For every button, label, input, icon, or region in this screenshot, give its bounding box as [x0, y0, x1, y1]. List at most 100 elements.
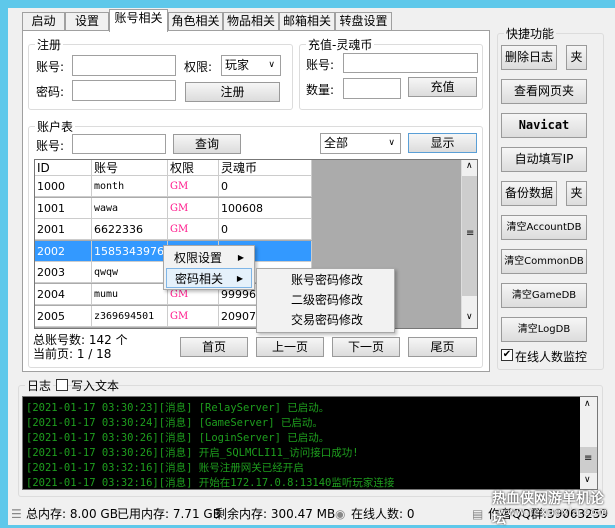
view-web-button[interactable]: 查看网页夹	[501, 79, 587, 104]
cell-account: qwqw	[92, 262, 168, 284]
scroll-down-icon[interactable]: ∨	[584, 475, 591, 485]
log-scrollbar[interactable]: ∧ ≡ ∨	[580, 397, 597, 489]
clear-accountdb-button[interactable]: 清空AccountDB	[501, 215, 587, 240]
log-folder-button[interactable]: 夹	[566, 45, 587, 70]
menu-item-account-password[interactable]: 账号密码修改	[259, 270, 392, 290]
menu-item-trade-password[interactable]: 交易密码修改	[259, 310, 392, 330]
recharge-account-input[interactable]	[343, 53, 478, 73]
log-line: [2021-01-17 03:32:16][消息] 账号注册网关已经开启	[26, 462, 304, 474]
next-page-button[interactable]: 下一页	[332, 337, 400, 357]
accounts-search-input[interactable]	[72, 134, 166, 154]
online-count: 在线人数: 0	[351, 507, 415, 521]
table-row[interactable]: 1001 wawa GM 100608	[35, 197, 312, 219]
menu-item-password[interactable]: 密码相关 ▶	[166, 268, 252, 288]
clear-commondb-button[interactable]: 清空CommonDB	[501, 249, 587, 274]
recharge-account-label: 账号:	[306, 58, 335, 72]
register-password-input[interactable]	[72, 80, 176, 101]
tab-settings[interactable]: 设置	[65, 12, 109, 31]
tab-account[interactable]: 账号相关	[109, 9, 168, 32]
monitor-checkbox[interactable]: ✔	[501, 349, 513, 361]
monitor-label: 在线人数监控	[515, 350, 588, 364]
tab-items[interactable]: 物品相关	[223, 12, 279, 31]
cell-account: wawa	[92, 197, 168, 219]
query-button[interactable]: 查询	[173, 134, 241, 154]
log-line: [2021-01-17 03:30:23][消息] [RelayServer] …	[26, 402, 330, 414]
free-memory: 剩余内存: 300.47 MB	[215, 507, 336, 521]
cell-account: 6622336	[92, 219, 168, 241]
cell-id: 1000	[35, 176, 92, 197]
register-account-input[interactable]	[72, 55, 176, 76]
scroll-down-icon[interactable]: ∨	[466, 312, 473, 322]
table-row[interactable]: 2001 6622336 GM 0	[35, 219, 312, 241]
cell-perm: GM	[168, 197, 219, 219]
tab-character[interactable]: 角色相关	[168, 12, 223, 31]
table-scrollbar[interactable]: ∧ ≡ ∨	[461, 160, 477, 328]
write-text-label: 写入文本	[71, 379, 120, 393]
tab-wheel[interactable]: 转盘设置	[335, 12, 392, 31]
scroll-thumb[interactable]: ≡	[580, 447, 597, 473]
clear-logdb-button[interactable]: 清空LogDB	[501, 317, 587, 342]
accounts-search-label: 账号:	[36, 139, 65, 153]
recharge-amount-input[interactable]	[343, 78, 401, 99]
log-line: [2021-01-17 03:30:26][消息] [LoginServer] …	[26, 432, 330, 444]
recharge-amount-label: 数量:	[306, 83, 335, 97]
submenu-arrow-icon: ▶	[237, 253, 244, 262]
clear-gamedb-button[interactable]: 清空GameDB	[501, 283, 587, 308]
recharge-title: 充值-灵魂币	[306, 36, 375, 53]
tab-start[interactable]: 启动	[22, 12, 65, 31]
grip-icon: ≡	[584, 453, 593, 464]
cell-perm: GM	[168, 176, 219, 197]
perm-label: 权限:	[184, 60, 213, 74]
recharge-button[interactable]: 充值	[408, 77, 477, 97]
first-page-button[interactable]: 首页	[180, 337, 248, 357]
cell-account: month	[92, 176, 168, 197]
quick-title: 快捷功能	[504, 25, 557, 42]
delete-log-button[interactable]: 删除日志	[501, 45, 557, 70]
cell-id: 2003	[35, 262, 92, 284]
cell-id: 2004	[35, 284, 92, 305]
menu-item-second-password[interactable]: 二级密码修改	[259, 290, 392, 310]
scroll-up-icon[interactable]: ∧	[466, 161, 473, 171]
chevron-down-icon: ∨	[268, 60, 275, 70]
log-line: [2021-01-17 03:32:16][消息] 开始在172.17.0.8:…	[26, 477, 395, 489]
table-row[interactable]: 1000 month GM 0	[35, 176, 312, 197]
cell-id: 1001	[35, 197, 92, 219]
cell-account: mumu	[92, 284, 168, 305]
backup-button[interactable]: 备份数据	[501, 181, 557, 206]
cell-perm: GM	[168, 219, 219, 241]
autofill-ip-button[interactable]: 自动填写IP	[501, 147, 587, 172]
cell-account: z369694501	[92, 305, 168, 327]
grip-icon: ≡	[466, 228, 475, 239]
scroll-thumb[interactable]: ≡	[462, 176, 477, 296]
cell-perm: GM	[168, 305, 219, 327]
prev-page-button[interactable]: 上一页	[256, 337, 324, 357]
navicat-button[interactable]: Navicat	[501, 113, 587, 138]
register-password-label: 密码:	[36, 85, 65, 99]
filter-select[interactable]: 全部 ∨	[320, 133, 401, 154]
col-coins[interactable]: 灵魂币	[219, 160, 312, 176]
backup-folder-button[interactable]: 夹	[566, 181, 587, 206]
write-text-checkbox[interactable]	[56, 379, 68, 391]
table-header: ID 账号 权限 灵魂币	[35, 160, 312, 176]
perm-select[interactable]: 玩家 ∨	[221, 55, 281, 76]
col-id[interactable]: ID	[35, 160, 92, 176]
used-memory: 已用内存: 7.71 GB	[117, 507, 221, 521]
log-title: 日志	[25, 377, 54, 394]
log-output[interactable]: [2021-01-17 03:30:23][消息] [RelayServer] …	[22, 396, 598, 490]
tab-mail[interactable]: 邮箱相关	[279, 12, 335, 31]
last-page-button[interactable]: 尾页	[408, 337, 477, 357]
col-perm[interactable]: 权限	[168, 160, 219, 176]
password-submenu: 账号密码修改 二级密码修改 交易密码修改	[256, 268, 395, 333]
cell-coins: 100608	[219, 197, 312, 219]
cell-coins: 0	[219, 219, 312, 241]
current-page: 当前页: 1 / 18	[33, 347, 112, 361]
cell-account: 1585343976	[92, 240, 168, 262]
register-button[interactable]: 注册	[185, 82, 280, 102]
menu-item-permissions[interactable]: 权限设置 ▶	[166, 248, 252, 268]
cell-coins: 0	[219, 176, 312, 197]
show-button[interactable]: 显示	[408, 133, 477, 153]
col-account[interactable]: 账号	[92, 160, 168, 176]
scroll-up-icon[interactable]: ∧	[584, 399, 591, 409]
cell-id: 2002	[35, 240, 92, 262]
watermark-url: www.rexuexia.com	[498, 507, 609, 518]
